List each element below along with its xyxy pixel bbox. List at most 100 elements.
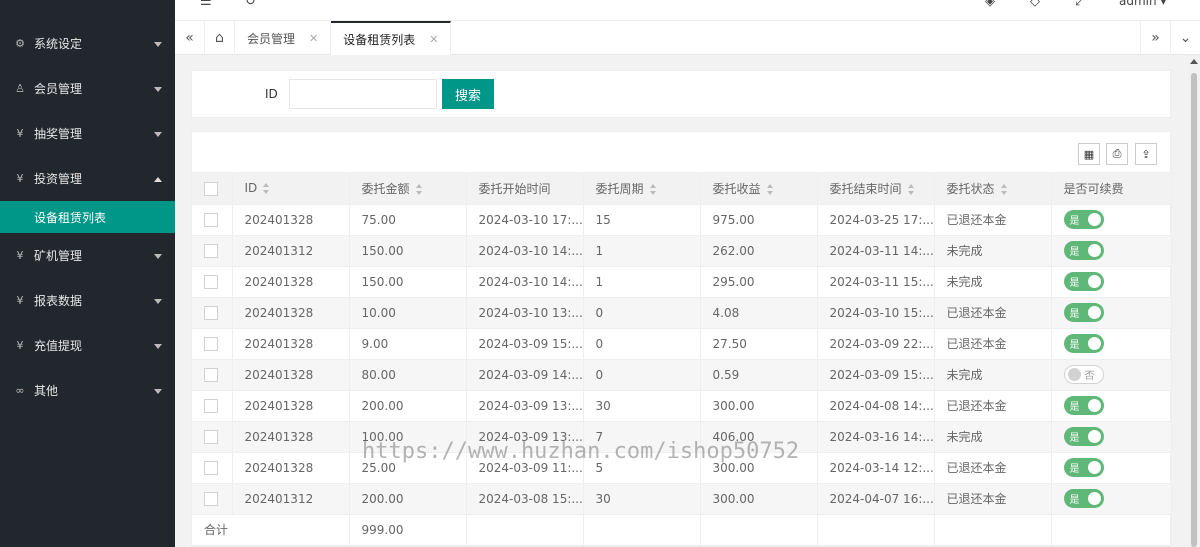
table-row[interactable]: 202401328 80.00 2024-03-09 14:... 0 0.59 2024…: [192, 359, 1172, 391]
scrollbar-thumb[interactable]: [1191, 73, 1197, 547]
row-select-cell[interactable]: [192, 359, 233, 391]
id-search-input[interactable]: [289, 79, 437, 109]
table-row[interactable]: 202401312 200.00 2024-03-08 15:... 30 300.00…: [192, 483, 1172, 515]
renew-toggle[interactable]: 是: [1063, 427, 1104, 446]
table-row[interactable]: 202401328 75.00 2024-03-10 17:... 15 975.00 2…: [192, 204, 1172, 236]
sort-icon[interactable]: [766, 183, 774, 195]
table-row[interactable]: 202401328 25.00 2024-03-09 11:... 5 300.00 20…: [192, 452, 1172, 484]
page-scrollbar[interactable]: [1188, 55, 1200, 547]
row-checkbox[interactable]: [204, 429, 218, 444]
row-checkbox[interactable]: [204, 398, 218, 413]
row-select-cell[interactable]: [192, 266, 233, 298]
renew-toggle[interactable]: 是: [1063, 334, 1104, 353]
close-icon[interactable]: ✕: [429, 33, 438, 46]
tab-member-management[interactable]: 会员管理 ✕: [235, 21, 332, 55]
select-all-checkbox[interactable]: [204, 181, 218, 196]
table-row[interactable]: 202401328 100.00 2024-03-09 13:... 7 406.00 2…: [192, 421, 1172, 453]
row-select-cell[interactable]: [192, 452, 233, 484]
column-header[interactable]: 委托状态: [934, 173, 1052, 205]
tab-device-lease-list[interactable]: 设备租赁列表 ✕: [331, 21, 452, 55]
row-checkbox[interactable]: [204, 212, 218, 227]
row-select-cell[interactable]: [192, 421, 233, 453]
cell-start: 2024-03-10 14:...: [466, 266, 584, 298]
tag-icon[interactable]: ◇: [1030, 0, 1040, 9]
sort-icon[interactable]: [907, 183, 915, 195]
user-menu[interactable]: admin ▾: [1119, 0, 1166, 8]
sidebar-subitem-device-lease[interactable]: 设备租赁列表: [0, 201, 175, 233]
columns-filter-icon[interactable]: ▦: [1078, 143, 1100, 165]
tabs-menu-chevron-icon[interactable]: ⌄: [1170, 21, 1200, 55]
renew-toggle[interactable]: 否: [1063, 365, 1104, 384]
table-row[interactable]: 202401328 200.00 2024-03-09 13:... 30 300.00…: [192, 390, 1172, 422]
row-checkbox[interactable]: [204, 460, 218, 475]
search-button[interactable]: 搜索: [442, 79, 494, 109]
cell-end: 2024-03-09 22:...: [817, 328, 935, 360]
renew-toggle[interactable]: 是: [1063, 458, 1104, 477]
sort-icon[interactable]: [1000, 183, 1008, 195]
table-header-row: ID 委托金额 委托开始时间 委托周期 委托收益 委托结束时间 委托状态 是否可…: [192, 173, 1172, 205]
sidebar-item-reports[interactable]: ¥ 报表数据: [0, 278, 175, 323]
row-select-cell[interactable]: [192, 235, 233, 267]
row-select-cell[interactable]: [192, 204, 233, 236]
sort-icon[interactable]: [649, 183, 657, 195]
row-select-cell[interactable]: [192, 328, 233, 360]
fullscreen-icon[interactable]: ⤢: [1075, 0, 1085, 9]
table-row[interactable]: 202401328 150.00 2024-03-10 14:... 1 295.00 2…: [192, 266, 1172, 298]
cell-period: 5: [583, 452, 701, 484]
sidebar-item-members[interactable]: ♙ 会员管理: [0, 66, 175, 111]
sidebar-item-other[interactable]: ∞ 其他: [0, 368, 175, 413]
cell-renew: 是: [1051, 235, 1172, 267]
cell-period: 30: [583, 390, 701, 422]
id-label: ID: [265, 87, 278, 101]
sidebar-item-system[interactable]: ⚙ 系统设定: [0, 21, 175, 66]
renew-toggle[interactable]: 是: [1063, 303, 1104, 322]
renew-toggle[interactable]: 是: [1063, 241, 1104, 260]
row-select-cell[interactable]: [192, 390, 233, 422]
column-header[interactable]: 委托周期: [583, 173, 701, 205]
sort-icon[interactable]: [415, 183, 423, 195]
sidebar-item-investment[interactable]: ¥ 投资管理: [0, 156, 175, 201]
column-header[interactable]: ID: [232, 173, 350, 205]
renew-toggle[interactable]: 是: [1063, 210, 1104, 229]
print-icon[interactable]: ⎙: [1106, 143, 1128, 165]
tabs-scroll-left-icon[interactable]: «: [175, 21, 205, 55]
row-select-cell[interactable]: [192, 297, 233, 329]
column-header[interactable]: 委托金额: [349, 173, 467, 205]
column-header[interactable]: 委托收益: [700, 173, 818, 205]
table-row[interactable]: 202401328 10.00 2024-03-10 13:... 0 4.08 2024…: [192, 297, 1172, 329]
row-checkbox[interactable]: [204, 305, 218, 320]
cell-amount: 200.00: [349, 483, 467, 515]
chevron-down-icon: [154, 86, 162, 92]
toggle-knob: [1087, 461, 1101, 474]
close-icon[interactable]: ✕: [309, 32, 318, 45]
row-checkbox[interactable]: [204, 367, 218, 382]
cell-period: 0: [583, 297, 701, 329]
home-icon[interactable]: ⌂: [205, 21, 235, 55]
renew-toggle[interactable]: 是: [1063, 272, 1104, 291]
sidebar-item-recharge[interactable]: ¥ 充值提现: [0, 323, 175, 368]
cell-id: 202401328: [232, 390, 350, 422]
table-row[interactable]: 202401328 9.00 2024-03-09 15:... 0 27.50 2024…: [192, 328, 1172, 360]
renew-toggle[interactable]: 是: [1063, 396, 1104, 415]
renew-toggle[interactable]: 是: [1063, 489, 1104, 508]
row-checkbox[interactable]: [204, 336, 218, 351]
row-checkbox[interactable]: [204, 243, 218, 258]
sidebar-item-miner[interactable]: ¥ 矿机管理: [0, 233, 175, 278]
scroll-up-icon[interactable]: [1190, 59, 1198, 64]
cell-renew: 是: [1051, 483, 1172, 515]
tabs-scroll-right-icon[interactable]: »: [1140, 21, 1170, 55]
theme-icon[interactable]: ◈: [985, 0, 995, 9]
menu-collapse-icon[interactable]: ☰: [200, 0, 212, 9]
row-select-cell[interactable]: [192, 483, 233, 515]
sidebar-item-lottery[interactable]: ¥ 抽奖管理: [0, 111, 175, 156]
column-header[interactable]: 委托结束时间: [817, 173, 935, 205]
select-all-cell[interactable]: [192, 173, 233, 205]
row-checkbox[interactable]: [204, 491, 218, 506]
row-checkbox[interactable]: [204, 274, 218, 289]
export-icon[interactable]: ⇪: [1135, 143, 1157, 165]
sidebar-item-label: 其他: [34, 384, 59, 398]
sort-icon[interactable]: [263, 183, 270, 195]
cell-status: 未完成: [934, 235, 1052, 267]
refresh-icon[interactable]: ↻: [245, 0, 256, 9]
table-row[interactable]: 202401312 150.00 2024-03-10 14:... 1 262.00 2…: [192, 235, 1172, 267]
